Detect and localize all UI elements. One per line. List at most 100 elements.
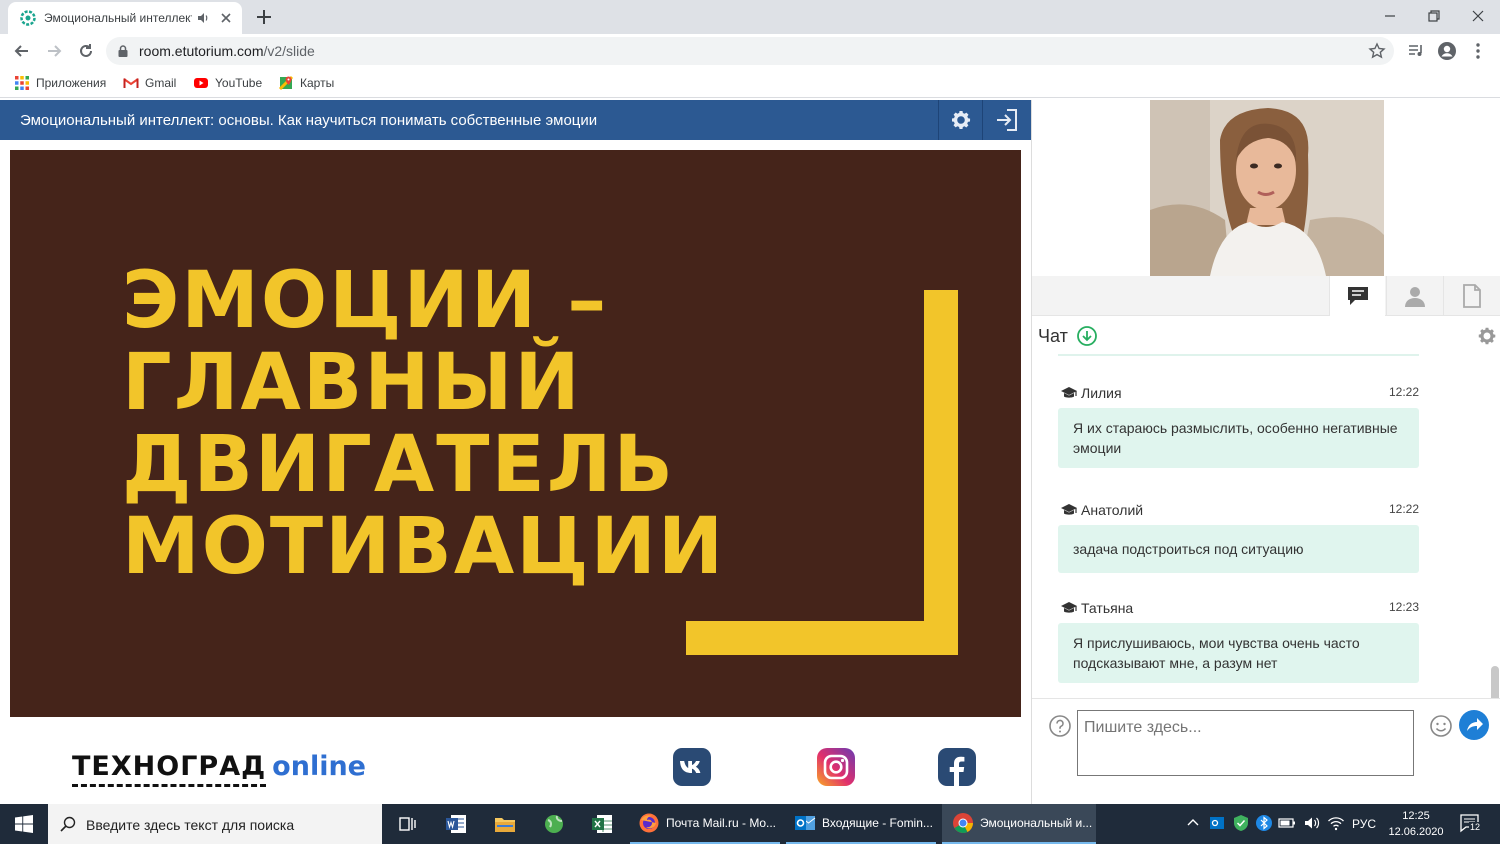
back-arrow-icon[interactable]: [12, 41, 32, 61]
volume-icon[interactable]: [1303, 814, 1321, 832]
panel-tabs: [1032, 276, 1500, 316]
graduation-cap-icon: [1061, 602, 1077, 613]
wifi-icon[interactable]: [1327, 814, 1345, 832]
bookmarks-bar: Приложения Gmail YouTube Карты: [0, 68, 1500, 98]
taskbar-app-label: Входящие - Fomin...: [822, 816, 933, 830]
windows-logo-icon: [15, 815, 33, 833]
menu-kebab-icon[interactable]: [1468, 41, 1488, 61]
excel-icon: [592, 815, 612, 833]
taskbar-outlook[interactable]: Входящие - Fomin...: [786, 804, 936, 844]
etutorium-favicon-icon: [20, 10, 36, 26]
lock-icon[interactable]: [116, 44, 130, 58]
vk-icon[interactable]: [673, 748, 711, 786]
chat-bubble: Я их стараюсь размыслить, особенно негат…: [1058, 408, 1419, 468]
show-hidden-icons-chevron-icon[interactable]: [1184, 814, 1202, 832]
chat-author: Татьяна: [1081, 600, 1134, 616]
chat-message: Татьяна 12:23 Я прислушиваюсь, мои чувст…: [1058, 597, 1419, 683]
user-icon: [1404, 287, 1425, 307]
chat-message-header: Анатолий 12:22: [1058, 499, 1419, 521]
bookmark-label: Карты: [300, 76, 335, 90]
bookmark-maps[interactable]: Карты: [278, 74, 334, 92]
chat-author: Лилия: [1081, 385, 1122, 401]
taskbar-explorer[interactable]: [491, 804, 519, 844]
action-center-button[interactable]: 12: [1460, 814, 1482, 834]
speaker-icon[interactable]: [196, 11, 210, 25]
help-question-icon[interactable]: [1048, 714, 1072, 738]
sign-in-icon: [997, 109, 1017, 131]
chat-settings-icon[interactable]: [1476, 325, 1498, 347]
outlook-tray-icon[interactable]: [1208, 814, 1226, 832]
chat-message: Лилия 12:22 Я их стараюсь размыслить, ос…: [1058, 382, 1419, 468]
bookmark-youtube[interactable]: YouTube: [193, 74, 262, 92]
restore-icon[interactable]: [1424, 6, 1444, 26]
input-language[interactable]: РУС: [1352, 817, 1376, 831]
battery-icon[interactable]: [1278, 814, 1296, 832]
tab-title: Эмоциональный интеллект: [44, 11, 192, 25]
chat-message-header: Татьяна 12:23: [1058, 597, 1419, 619]
media-control-icon[interactable]: [1406, 41, 1426, 61]
chat-bubble: Я прислушиваюсь, мои чувства очень часто…: [1058, 623, 1419, 683]
scroll-down-icon[interactable]: [1076, 325, 1098, 347]
forward-arrow-icon[interactable]: [44, 41, 64, 61]
browser-tab-active[interactable]: Эмоциональный интеллект: [8, 2, 242, 34]
taskbar-firefox-mail[interactable]: Почта Mail.ru - Mo...: [630, 804, 780, 844]
clock-date: 12.06.2020: [1388, 826, 1444, 838]
tab-files[interactable]: [1443, 276, 1499, 316]
search-placeholder: Введите здесь текст для поиска: [86, 817, 295, 833]
chat-author: Анатолий: [1081, 502, 1144, 518]
gmail-icon: [123, 78, 139, 88]
graduation-cap-icon: [1061, 387, 1077, 398]
taskbar-app-label: Почта Mail.ru - Mo...: [666, 816, 776, 830]
security-shield-icon[interactable]: [1232, 814, 1250, 832]
close-tab-icon[interactable]: [218, 10, 234, 26]
folder-icon: [495, 818, 515, 832]
task-view-button[interactable]: [394, 804, 420, 844]
brand-main-text: ТЕХНОГРАД: [72, 752, 267, 787]
close-window-icon[interactable]: [1468, 6, 1488, 26]
slide-accent-bracket-horizontal: [686, 621, 958, 655]
tab-chat[interactable]: [1329, 276, 1385, 316]
reload-icon[interactable]: [76, 41, 96, 61]
bookmark-gmail[interactable]: Gmail: [123, 74, 176, 92]
start-button[interactable]: [0, 804, 48, 844]
new-tab-icon[interactable]: [254, 7, 274, 27]
facebook-icon[interactable]: [938, 748, 976, 786]
gear-icon: [951, 111, 970, 129]
chat-label: Чат: [1038, 326, 1068, 346]
chat-time: 12:22: [1388, 385, 1419, 399]
lesson-title: Эмоциональный интеллект: основы. Как нау…: [20, 112, 598, 129]
notification-count: 12: [1469, 822, 1482, 832]
taskbar-excel[interactable]: [588, 804, 616, 844]
taskbar-chrome[interactable]: Эмоциональный и...: [942, 804, 1096, 844]
search-icon: [60, 816, 76, 832]
apps-grid-icon: [15, 76, 29, 90]
settings-button[interactable]: [938, 100, 982, 140]
tab-participants[interactable]: [1386, 276, 1442, 316]
instagram-icon[interactable]: [817, 748, 855, 786]
taskbar-maps-app[interactable]: [540, 804, 568, 844]
send-message-icon[interactable]: [1458, 709, 1490, 741]
chat-message-input[interactable]: [1077, 710, 1414, 776]
taskbar-clock[interactable]: 12:25 12.06.2020: [1388, 808, 1444, 840]
exit-room-button[interactable]: [982, 100, 1031, 140]
chat-scrollbar[interactable]: [1491, 666, 1499, 702]
bluetooth-icon[interactable]: [1255, 814, 1273, 832]
taskbar-search[interactable]: Введите здесь текст для поиска: [48, 804, 382, 844]
presenter-webcam-image: [1150, 100, 1384, 276]
profile-avatar-icon[interactable]: [1437, 41, 1457, 61]
minimize-icon[interactable]: [1380, 6, 1400, 26]
presenter-video[interactable]: [1150, 100, 1384, 276]
taskbar-word[interactable]: [442, 804, 470, 844]
bookmark-apps[interactable]: Приложения: [14, 74, 106, 92]
bookmark-star-icon[interactable]: [1368, 42, 1386, 60]
lesson-header: Эмоциональный интеллект: основы. Как нау…: [0, 100, 1031, 140]
emoji-smile-icon[interactable]: [1429, 714, 1453, 738]
chat-bubble-icon: [1347, 287, 1368, 305]
task-view-icon: [399, 817, 416, 831]
address-bar[interactable]: room.etutorium.com/v2/slide: [106, 37, 1394, 65]
bookmark-label: Gmail: [145, 76, 177, 90]
chat-message: Анатолий 12:22 задача подстроиться под с…: [1058, 499, 1419, 573]
browser-tab-strip: Эмоциональный интеллект: [0, 0, 1500, 34]
youtube-icon: [194, 78, 208, 88]
bookmark-label: YouTube: [215, 76, 263, 90]
